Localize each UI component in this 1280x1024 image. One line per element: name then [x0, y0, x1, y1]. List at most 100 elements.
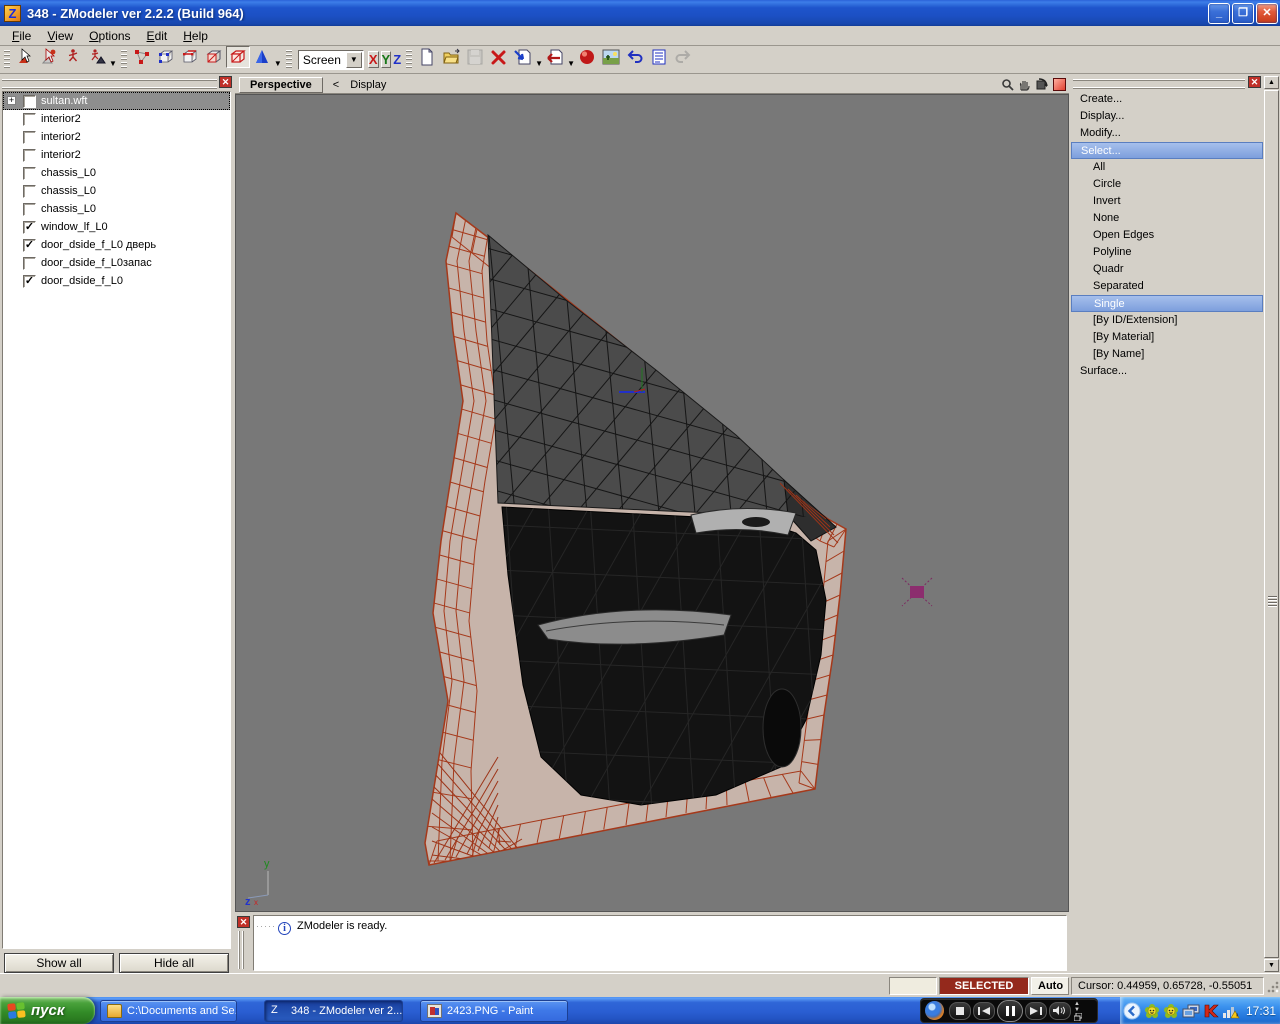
tree-item[interactable]: ✓door_dside_f_L0 дверь [3, 236, 230, 254]
kaspersky-icon[interactable] [1203, 1003, 1219, 1019]
axis-x-toggle[interactable]: X [368, 51, 379, 68]
select-pin-icon[interactable] [37, 46, 61, 68]
cube-edges-level-icon[interactable] [178, 46, 202, 68]
dropdown-arrow-icon[interactable]: ▼ [274, 59, 282, 68]
cube-polygons-level-icon[interactable] [202, 46, 226, 68]
panel-drag-grip[interactable] [2, 76, 217, 89]
cube-vertices-level-icon[interactable] [154, 46, 178, 68]
menu-help[interactable]: Help [175, 27, 216, 45]
tray-chevron-icon[interactable] [1123, 1002, 1141, 1020]
open-file-icon[interactable] [439, 46, 463, 68]
toolbar-grip[interactable] [121, 50, 127, 70]
command-item[interactable]: [By Name] [1071, 346, 1263, 363]
taskbar-task-folder[interactable]: C:\Documents and Se... [100, 1000, 237, 1022]
taskbar-task-paint[interactable]: 2423.PNG - Paint [420, 1000, 568, 1022]
viewport-nav-back[interactable]: < [333, 79, 339, 91]
tree-item[interactable]: ✓window_lf_L0 [3, 218, 230, 236]
tree-item[interactable]: interior2 [3, 146, 230, 164]
visibility-checkbox[interactable] [23, 149, 36, 162]
import-icon[interactable] [511, 46, 535, 68]
hide-all-button[interactable]: Hide all [119, 953, 229, 973]
auto-button[interactable]: Auto [1031, 977, 1069, 995]
scroll-up-icon[interactable]: ▲ [1264, 76, 1279, 89]
scroll-down-icon[interactable]: ▼ [1264, 959, 1279, 972]
visibility-checkbox[interactable]: ✓ [23, 221, 36, 234]
select-arrow-icon[interactable] [13, 46, 37, 68]
active-viewport-icon[interactable] [1053, 78, 1066, 91]
minimize-button[interactable]: _ [1208, 3, 1230, 24]
command-item[interactable]: Display... [1071, 108, 1263, 125]
visibility-checkbox[interactable] [23, 113, 36, 126]
new-file-icon[interactable] [415, 46, 439, 68]
command-item[interactable]: Polyline [1071, 244, 1263, 261]
texture-browser-icon[interactable] [599, 46, 623, 68]
visibility-checkbox[interactable]: ✓ [23, 275, 36, 288]
dropdown-arrow-icon[interactable]: ▼ [109, 59, 117, 68]
volume-button[interactable] [1049, 1002, 1071, 1020]
tree-item[interactable]: +sultan.wft [3, 92, 230, 110]
icq-status-icon[interactable] [1144, 1003, 1160, 1019]
restore-button[interactable]: ❐ [1232, 3, 1254, 24]
previous-button[interactable] [973, 1002, 995, 1020]
log-close-icon[interactable]: ✕ [237, 916, 250, 928]
viewport-nav-label[interactable]: Display [350, 79, 386, 91]
undo-icon[interactable] [623, 46, 647, 68]
tree-item[interactable]: chassis_L0 [3, 164, 230, 182]
figure-modes-icon[interactable] [85, 46, 109, 68]
menu-view[interactable]: View [39, 27, 81, 45]
log-drag-grip[interactable] [238, 931, 244, 969]
command-item[interactable]: Quadr [1071, 261, 1263, 278]
command-item[interactable]: [By Material] [1071, 329, 1263, 346]
show-all-button[interactable]: Show all [4, 953, 114, 973]
panel-drag-grip[interactable] [1073, 76, 1245, 89]
command-panel-scrollbar[interactable]: ▲ ▼ [1263, 76, 1280, 973]
tree-item[interactable]: door_dside_f_L0запас [3, 254, 230, 272]
tree-item[interactable]: interior2 [3, 128, 230, 146]
menu-edit[interactable]: Edit [139, 27, 176, 45]
stop-button[interactable] [949, 1002, 971, 1020]
next-button[interactable] [1025, 1002, 1047, 1020]
delete-icon[interactable] [487, 46, 511, 68]
command-item[interactable]: Modify... [1071, 125, 1263, 142]
band-restore-icon[interactable] [1074, 1013, 1082, 1021]
tree-item[interactable]: chassis_L0 [3, 182, 230, 200]
command-item[interactable]: Open Edges [1071, 227, 1263, 244]
pan-hand-icon[interactable] [1016, 77, 1033, 92]
material-editor-icon[interactable] [575, 46, 599, 68]
log-window-icon[interactable] [647, 46, 671, 68]
panel-close-icon[interactable]: ✕ [219, 76, 232, 88]
icq-contact-icon[interactable] [1163, 1003, 1179, 1019]
axis-z-toggle[interactable]: Z [393, 52, 401, 67]
command-item[interactable]: Separated [1071, 278, 1263, 295]
menu-options[interactable]: Options [81, 27, 138, 45]
command-item[interactable]: Invert [1071, 193, 1263, 210]
command-item[interactable]: [By ID/Extension] [1071, 312, 1263, 329]
tree-item[interactable]: interior2 [3, 110, 230, 128]
visibility-checkbox[interactable] [23, 167, 36, 180]
command-item[interactable]: Create... [1071, 91, 1263, 108]
visibility-checkbox[interactable]: ✓ [23, 239, 36, 252]
toolbar-grip[interactable] [286, 50, 292, 70]
view-mode-dropdown[interactable]: Screen ▼ [298, 50, 364, 70]
expander-icon[interactable]: + [7, 96, 16, 105]
visibility-checkbox[interactable] [23, 185, 36, 198]
cube-objects-level-icon[interactable] [226, 46, 250, 68]
clock[interactable]: 17:31 [1246, 1004, 1276, 1018]
viewport-name-button[interactable]: Perspective [239, 77, 323, 93]
viewport-3d-canvas[interactable]: y z x [235, 94, 1069, 912]
scrollbar-thumb[interactable] [1264, 90, 1279, 958]
vertices-level-icon[interactable] [130, 46, 154, 68]
dropdown-arrow-icon[interactable]: ▼ [567, 59, 575, 68]
visibility-checkbox[interactable] [23, 203, 36, 216]
command-item[interactable]: Surface... [1071, 363, 1263, 380]
visibility-checkbox[interactable] [23, 131, 36, 144]
visibility-checkbox[interactable] [23, 95, 36, 108]
command-item[interactable]: All [1071, 159, 1263, 176]
command-item[interactable]: Select... [1071, 142, 1263, 159]
command-item[interactable]: Single [1071, 295, 1263, 312]
attach-figure-icon[interactable] [61, 46, 85, 68]
toolbar-grip[interactable] [406, 50, 412, 70]
visibility-checkbox[interactable] [23, 257, 36, 270]
command-item[interactable]: None [1071, 210, 1263, 227]
menu-file[interactable]: File [4, 27, 39, 45]
